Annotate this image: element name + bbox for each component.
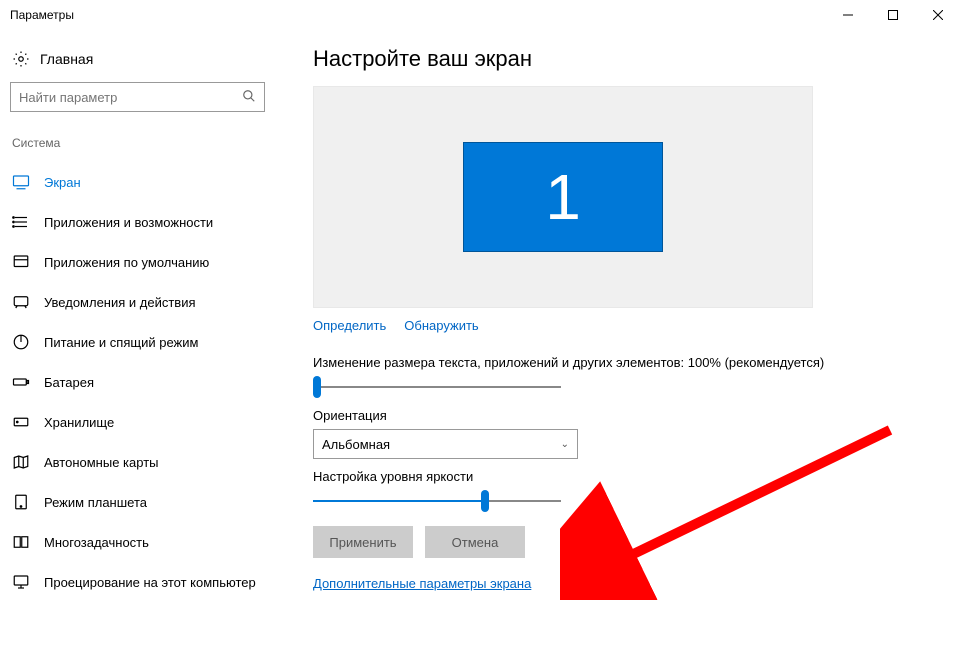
display-preview[interactable]: 1 <box>313 86 813 308</box>
sidebar-category: Система <box>10 130 285 162</box>
sidebar-item-label: Уведомления и действия <box>44 295 196 310</box>
sidebar-item-label: Режим планшета <box>44 495 147 510</box>
sidebar-item-default-apps[interactable]: Приложения по умолчанию <box>10 242 285 282</box>
apps-icon <box>12 213 30 231</box>
notifications-icon <box>12 293 30 311</box>
sidebar-item-label: Автономные карты <box>44 455 159 470</box>
gear-icon <box>12 50 30 68</box>
sidebar-item-power[interactable]: Питание и спящий режим <box>10 322 285 362</box>
scaling-label: Изменение размера текста, приложений и д… <box>313 355 952 370</box>
monitor-icon <box>12 173 30 191</box>
maximize-button[interactable] <box>870 0 915 30</box>
sidebar-home[interactable]: Главная <box>10 44 285 82</box>
sidebar-item-label: Приложения и возможности <box>44 215 213 230</box>
sidebar-home-label: Главная <box>40 51 93 67</box>
apply-button[interactable]: Применить <box>313 526 413 558</box>
main-content: Настройте ваш экран 1 Определить Обнаруж… <box>285 30 960 646</box>
titlebar: Параметры <box>0 0 960 30</box>
monitor-thumbnail[interactable]: 1 <box>463 142 663 252</box>
brightness-slider[interactable] <box>313 500 561 502</box>
sidebar-item-apps[interactable]: Приложения и возможности <box>10 202 285 242</box>
search-input[interactable] <box>10 82 265 112</box>
sidebar-item-battery[interactable]: Батарея <box>10 362 285 402</box>
search-icon <box>242 89 256 106</box>
advanced-display-link[interactable]: Дополнительные параметры экрана <box>313 576 531 591</box>
battery-icon <box>12 373 30 391</box>
sidebar-item-projecting[interactable]: Проецирование на этот компьютер <box>10 562 285 602</box>
cancel-button[interactable]: Отмена <box>425 526 525 558</box>
sidebar-item-notifications[interactable]: Уведомления и действия <box>10 282 285 322</box>
orientation-value: Альбомная <box>322 437 390 452</box>
sidebar-item-label: Экран <box>44 175 81 190</box>
sidebar-item-label: Питание и спящий режим <box>44 335 198 350</box>
power-icon <box>12 333 30 351</box>
preview-links: Определить Обнаружить <box>313 314 952 345</box>
sidebar-item-maps[interactable]: Автономные карты <box>10 442 285 482</box>
monitor-number: 1 <box>545 160 581 234</box>
sidebar-item-label: Батарея <box>44 375 94 390</box>
sidebar-item-storage[interactable]: Хранилище <box>10 402 285 442</box>
sidebar-item-label: Хранилище <box>44 415 114 430</box>
sidebar-item-label: Проецирование на этот компьютер <box>44 575 256 590</box>
orientation-dropdown[interactable]: Альбомная ⌄ <box>313 429 578 459</box>
page-title: Настройте ваш экран <box>313 46 952 72</box>
sidebar-item-tablet[interactable]: Режим планшета <box>10 482 285 522</box>
storage-icon <box>12 413 30 431</box>
sidebar: Главная Система Экран Приложения и возмо… <box>0 30 285 646</box>
sidebar-item-multitasking[interactable]: Многозадачность <box>10 522 285 562</box>
tablet-icon <box>12 493 30 511</box>
brightness-label: Настройка уровня яркости <box>313 469 952 484</box>
close-button[interactable] <box>915 0 960 30</box>
multitasking-icon <box>12 533 30 551</box>
default-apps-icon <box>12 253 30 271</box>
projecting-icon <box>12 573 30 591</box>
sidebar-item-display[interactable]: Экран <box>10 162 285 202</box>
maps-icon <box>12 453 30 471</box>
sidebar-item-label: Приложения по умолчанию <box>44 255 209 270</box>
button-row: Применить Отмена <box>313 526 952 558</box>
chevron-down-icon: ⌄ <box>561 439 569 450</box>
window-title: Параметры <box>10 8 74 22</box>
identify-link[interactable]: Определить <box>313 318 386 333</box>
minimize-button[interactable] <box>825 0 870 30</box>
scaling-slider[interactable] <box>313 386 561 388</box>
orientation-label: Ориентация <box>313 408 952 423</box>
sidebar-item-label: Многозадачность <box>44 535 149 550</box>
detect-link[interactable]: Обнаружить <box>404 318 478 333</box>
search-field[interactable] <box>19 90 242 105</box>
window-controls <box>825 0 960 30</box>
